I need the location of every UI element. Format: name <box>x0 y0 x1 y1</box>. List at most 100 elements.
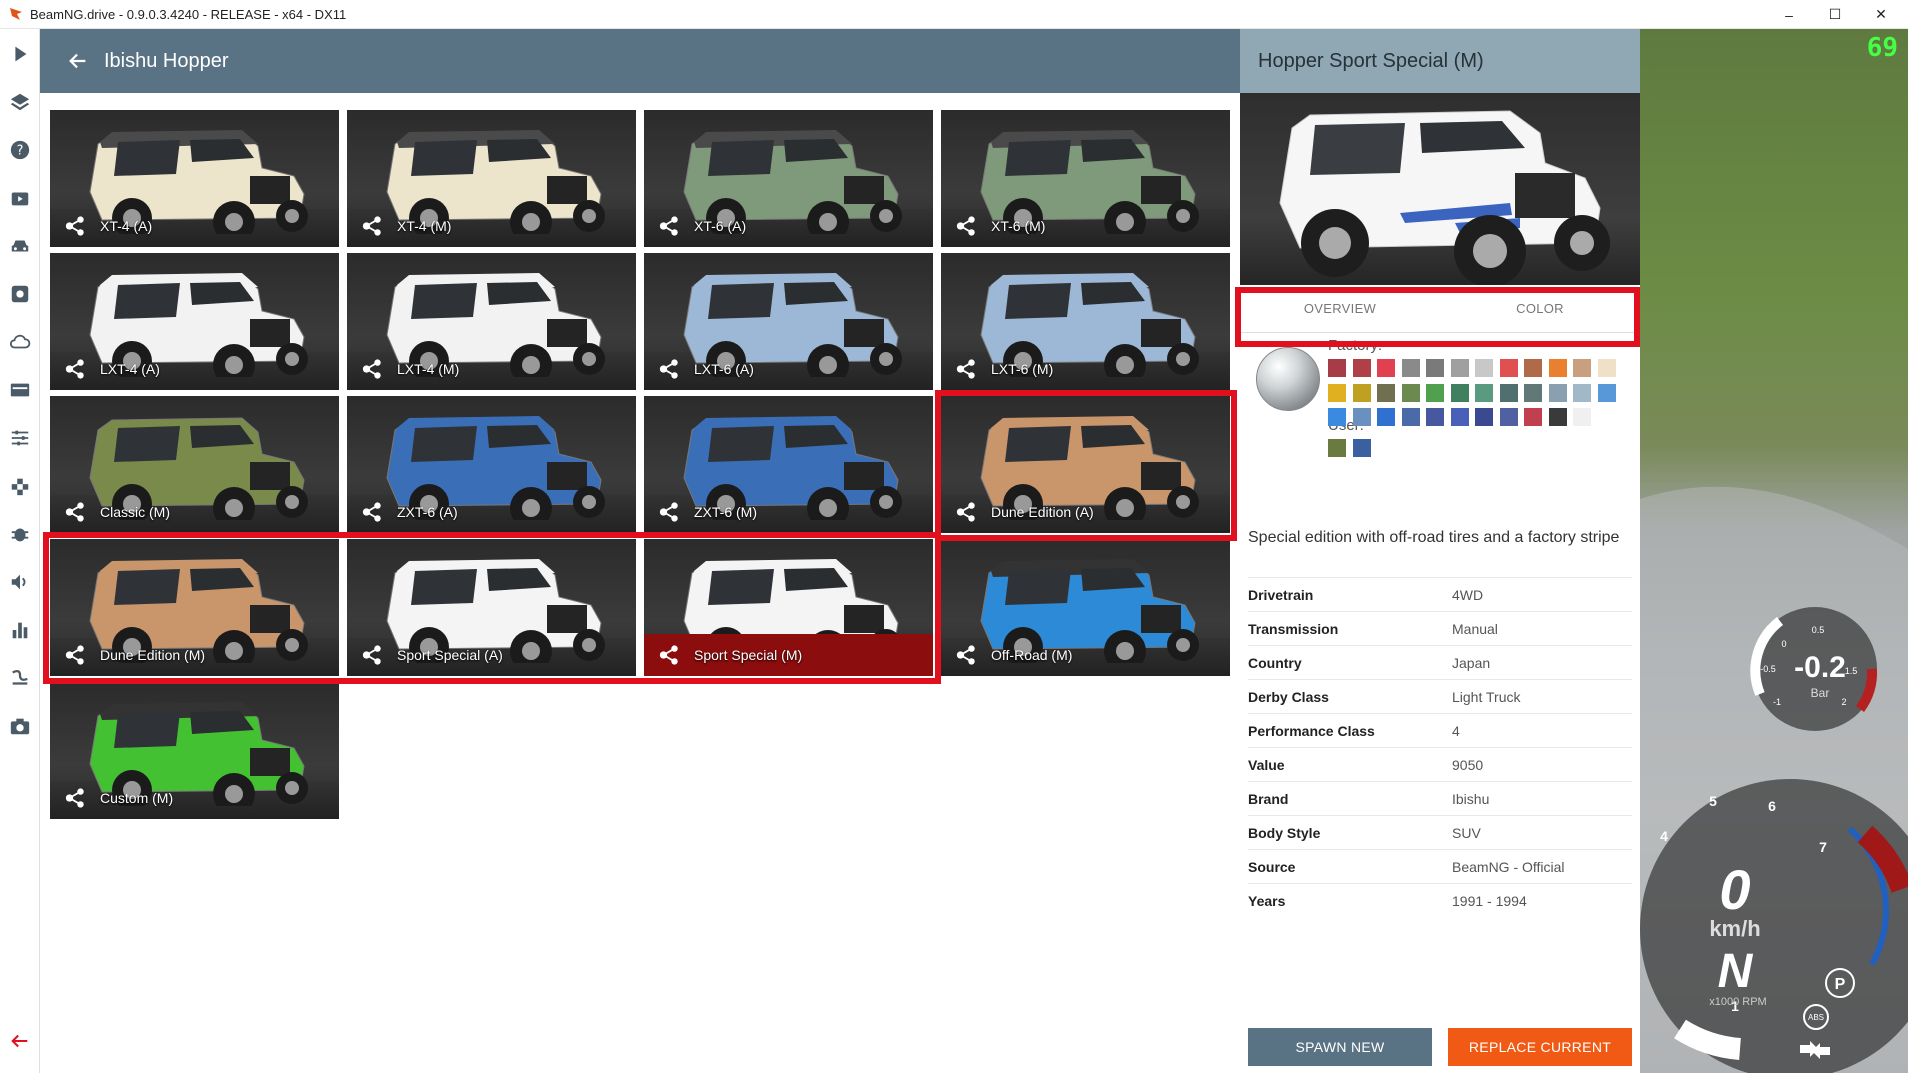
config-tile[interactable]: Sport Special (A) <box>347 539 636 676</box>
config-tile[interactable]: XT-6 (M) <box>941 110 1230 247</box>
boost-unit: Bar <box>1811 686 1830 700</box>
factory-color-swatch[interactable] <box>1499 408 1518 426</box>
factory-color-swatch[interactable] <box>1426 408 1444 426</box>
share-icon[interactable] <box>64 787 86 809</box>
share-icon[interactable] <box>955 644 977 666</box>
share-icon[interactable] <box>658 215 680 237</box>
config-tile[interactable]: LXT-4 (M) <box>347 253 636 390</box>
parts-icon[interactable] <box>8 474 32 498</box>
factory-color-swatch[interactable] <box>1524 408 1542 426</box>
config-tile[interactable]: Sport Special (M) <box>644 539 933 676</box>
config-tile[interactable]: Off-Road (M) <box>941 539 1230 676</box>
tile-label-bar: LXT-4 (A) <box>50 348 339 390</box>
close-button[interactable]: ✕ <box>1858 0 1904 29</box>
settings-icon[interactable] <box>8 282 32 306</box>
factory-color-swatch[interactable] <box>1328 359 1346 377</box>
tile-label-bar: Custom (M) <box>50 777 339 819</box>
factory-color-swatch[interactable] <box>1475 383 1493 402</box>
factory-color-swatch[interactable] <box>1426 383 1444 402</box>
factory-color-swatch[interactable] <box>1426 359 1444 377</box>
share-icon[interactable] <box>361 358 383 380</box>
factory-color-swatch[interactable] <box>1450 383 1469 402</box>
maximize-button[interactable]: ☐ <box>1812 0 1858 29</box>
factory-color-swatch[interactable] <box>1401 383 1420 402</box>
config-tile[interactable]: LXT-6 (A) <box>644 253 933 390</box>
factory-color-swatch[interactable] <box>1401 408 1420 426</box>
config-tile[interactable]: Dune Edition (A) <box>941 396 1230 533</box>
factory-color-swatch[interactable] <box>1597 359 1616 377</box>
tab-color[interactable]: COLOR <box>1440 285 1640 332</box>
spec-key: Country <box>1248 654 1302 671</box>
factory-color-swatch[interactable] <box>1524 383 1542 402</box>
config-tile[interactable]: XT-4 (M) <box>347 110 636 247</box>
replace-current-button[interactable]: REPLACE CURRENT <box>1448 1028 1632 1066</box>
factory-color-swatch[interactable] <box>1352 408 1371 426</box>
share-icon[interactable] <box>361 644 383 666</box>
config-tile[interactable]: Custom (M) <box>50 682 339 819</box>
factory-color-swatch[interactable] <box>1377 408 1395 426</box>
factory-color-swatch[interactable] <box>1475 408 1493 426</box>
cloud-icon[interactable] <box>8 330 32 354</box>
share-icon[interactable] <box>64 644 86 666</box>
tab-overview[interactable]: OVERVIEW <box>1240 285 1440 332</box>
config-tile[interactable]: LXT-4 (A) <box>50 253 339 390</box>
exit-arrow-icon[interactable] <box>8 1029 32 1053</box>
factory-color-swatch[interactable] <box>1524 359 1542 377</box>
share-icon[interactable] <box>658 501 680 523</box>
config-tile[interactable]: ZXT-6 (M) <box>644 396 933 533</box>
factory-color-swatch[interactable] <box>1401 359 1420 377</box>
car-icon[interactable] <box>8 234 32 258</box>
share-icon[interactable] <box>955 501 977 523</box>
factory-color-swatch[interactable] <box>1450 359 1469 377</box>
factory-color-swatch[interactable] <box>1499 383 1518 402</box>
share-icon[interactable] <box>64 501 86 523</box>
user-color-swatch[interactable] <box>1352 439 1371 457</box>
track-icon[interactable] <box>8 666 32 690</box>
minimize-button[interactable]: – <box>1766 0 1812 29</box>
factory-color-swatch[interactable] <box>1573 408 1591 426</box>
config-tile[interactable]: XT-4 (A) <box>50 110 339 247</box>
factory-color-swatch[interactable] <box>1450 408 1469 426</box>
share-icon[interactable] <box>658 358 680 380</box>
factory-color-swatch[interactable] <box>1352 383 1371 402</box>
dashboard-icon[interactable] <box>8 378 32 402</box>
share-icon[interactable] <box>658 644 680 666</box>
play-icon[interactable] <box>8 42 32 66</box>
factory-color-swatch[interactable] <box>1548 383 1567 402</box>
factory-color-swatch[interactable] <box>1499 359 1518 377</box>
back-button[interactable] <box>64 47 92 75</box>
share-icon[interactable] <box>955 215 977 237</box>
bug-icon[interactable] <box>8 522 32 546</box>
config-tile[interactable]: Dune Edition (M) <box>50 539 339 676</box>
factory-color-swatch[interactable] <box>1475 359 1493 377</box>
factory-color-swatch[interactable] <box>1328 408 1346 426</box>
factory-color-swatch[interactable] <box>1328 383 1346 402</box>
config-tile[interactable]: XT-6 (A) <box>644 110 933 247</box>
share-icon[interactable] <box>64 358 86 380</box>
share-icon[interactable] <box>955 358 977 380</box>
share-icon[interactable] <box>64 215 86 237</box>
scenario-icon[interactable] <box>8 186 32 210</box>
config-tile[interactable]: ZXT-6 (A) <box>347 396 636 533</box>
factory-color-swatch[interactable] <box>1377 383 1395 402</box>
factory-color-swatch[interactable] <box>1352 359 1371 377</box>
spawn-new-button[interactable]: SPAWN NEW <box>1248 1028 1432 1066</box>
config-label: LXT-6 (A) <box>694 361 754 377</box>
factory-color-swatch[interactable] <box>1573 383 1591 402</box>
user-color-swatch[interactable] <box>1328 439 1346 457</box>
tune-icon[interactable] <box>8 426 32 450</box>
audio-icon[interactable] <box>8 570 32 594</box>
factory-color-swatch[interactable] <box>1548 359 1567 377</box>
factory-color-swatch[interactable] <box>1548 408 1567 426</box>
share-icon[interactable] <box>361 501 383 523</box>
factory-color-swatch[interactable] <box>1597 383 1616 402</box>
config-tile[interactable]: Classic (M) <box>50 396 339 533</box>
layers-icon[interactable] <box>8 90 32 114</box>
config-tile[interactable]: LXT-6 (M) <box>941 253 1230 390</box>
share-icon[interactable] <box>361 215 383 237</box>
help-icon[interactable]: ? <box>8 138 32 162</box>
factory-color-swatch[interactable] <box>1377 359 1395 377</box>
stats-icon[interactable] <box>8 618 32 642</box>
camera-icon[interactable] <box>8 714 32 738</box>
factory-color-swatch[interactable] <box>1573 359 1591 377</box>
